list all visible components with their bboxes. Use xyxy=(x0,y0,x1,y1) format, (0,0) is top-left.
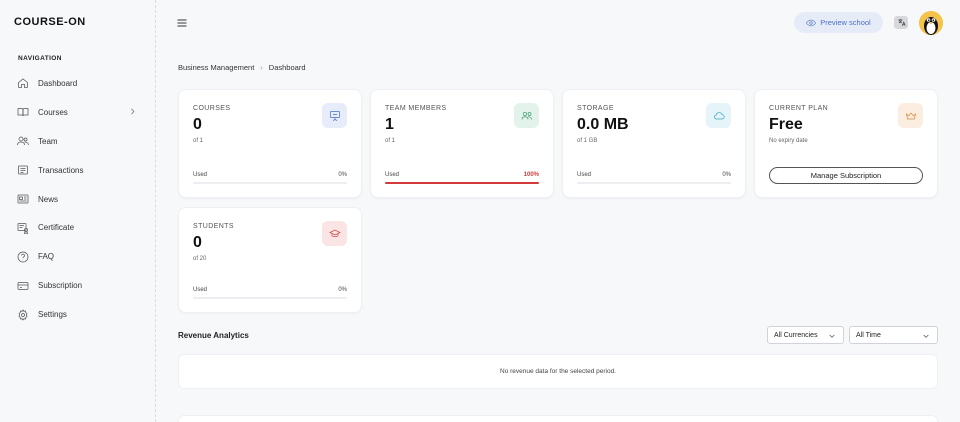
usage-label: Used xyxy=(577,172,592,178)
card-subtitle: of 1 GB xyxy=(577,138,598,144)
usage-progress-fill xyxy=(385,182,539,184)
sidebar-item-transactions[interactable]: Transactions xyxy=(0,156,155,185)
card-subtitle: No expiry date xyxy=(769,138,808,144)
sidebar-item-label: Transactions xyxy=(38,165,84,175)
courses-card: COURSES 0 of 1 Used 0% xyxy=(178,89,362,198)
plan-icon-badge xyxy=(898,103,923,128)
book-icon xyxy=(17,108,29,117)
breadcrumb-separator-icon: › xyxy=(260,63,263,72)
sidebar-item-subscription[interactable]: Subscription xyxy=(0,271,155,300)
sidebar-item-label: Subscription xyxy=(38,281,83,291)
app-logo[interactable]: COURSE-ON xyxy=(14,16,86,28)
sidebar-item-label: Dashboard xyxy=(38,78,78,88)
card-title: STORAGE xyxy=(577,105,614,112)
usage-label: Used xyxy=(193,172,208,178)
card-value: 1 xyxy=(385,116,394,133)
sidebar-item-label: FAQ xyxy=(38,252,55,262)
home-icon xyxy=(18,78,28,89)
crown-icon xyxy=(905,111,916,119)
chevron-down-icon xyxy=(923,334,929,338)
sidebar-item-dashboard[interactable]: Dashboard xyxy=(0,69,155,98)
sidebar-item-label: Team xyxy=(38,136,58,146)
revenue-analytics-title: Revenue Analytics xyxy=(178,331,249,340)
card-title: TEAM MEMBERS xyxy=(385,105,447,112)
users-icon xyxy=(521,111,532,120)
sidebar-nav: Dashboard Courses Team Transactions News… xyxy=(0,69,155,329)
receipt-icon xyxy=(18,165,28,175)
sidebar-item-news[interactable]: News xyxy=(0,185,155,214)
usage-progress-bar xyxy=(577,182,731,184)
language-button[interactable] xyxy=(894,16,908,29)
storage-card: STORAGE 0.0 MB of 1 GB Used 0% xyxy=(562,89,746,198)
currency-select[interactable]: All Currencies xyxy=(767,326,844,344)
cloud-icon xyxy=(713,111,724,119)
usage-progress-bar xyxy=(193,182,347,184)
usage-percent: 0% xyxy=(338,172,347,178)
card-subtitle: of 1 xyxy=(193,138,204,144)
user-avatar[interactable] xyxy=(919,11,943,35)
sidebar: COURSE-ON NAVIGATION Dashboard Courses T… xyxy=(0,0,156,422)
usage-percent: 0% xyxy=(338,287,347,293)
penguin-avatar-icon xyxy=(919,11,943,35)
students-card: STUDENTS 0 of 20 Used 0% xyxy=(178,207,362,313)
card-value: 0 xyxy=(193,234,202,251)
presentation-icon xyxy=(329,110,340,121)
bottom-panel xyxy=(178,415,938,422)
manage-subscription-button[interactable]: Manage Subscription xyxy=(769,167,923,184)
card-title: STUDENTS xyxy=(193,223,234,230)
currency-select-value: All Currencies xyxy=(774,331,818,339)
preview-school-label: Preview school xyxy=(820,18,871,27)
sidebar-item-settings[interactable]: Settings xyxy=(0,300,155,329)
card-value: 0.0 MB xyxy=(577,116,629,133)
help-circle-icon xyxy=(17,251,29,263)
card-value: Free xyxy=(769,116,803,133)
menu-icon[interactable] xyxy=(176,17,188,29)
chevron-right-icon[interactable] xyxy=(128,107,137,116)
sidebar-item-label: Certificate xyxy=(38,223,75,233)
period-select-value: All Time xyxy=(856,331,881,339)
usage-progress-bar xyxy=(385,182,539,184)
sidebar-item-label: Courses xyxy=(38,107,68,117)
sidebar-item-label: News xyxy=(38,194,59,204)
sidebar-item-courses[interactable]: Courses xyxy=(0,98,155,127)
usage-percent: 100% xyxy=(523,172,539,178)
sidebar-item-team[interactable]: Team xyxy=(0,127,155,156)
eye-icon xyxy=(806,19,817,26)
usage-label: Used xyxy=(385,172,400,178)
current-plan-card: CURRENT PLAN Free No expiry date Manage … xyxy=(754,89,938,198)
revenue-chart-panel: No revenue data for the selected period. xyxy=(178,354,938,389)
courses-icon-badge xyxy=(322,103,347,128)
certificate-icon xyxy=(17,223,29,234)
card-icon xyxy=(17,281,29,290)
sidebar-item-label: Settings xyxy=(38,310,67,320)
chevron-down-icon xyxy=(829,334,835,338)
usage-percent: 0% xyxy=(722,172,731,178)
card-title: COURSES xyxy=(193,105,231,112)
breadcrumb-current: Dashboard xyxy=(268,63,306,72)
card-value: 0 xyxy=(193,116,202,133)
usage-label: Used xyxy=(193,287,208,293)
usage-progress-bar xyxy=(193,297,347,299)
card-subtitle: of 1 xyxy=(385,138,396,144)
card-title: CURRENT PLAN xyxy=(769,105,829,112)
card-subtitle: of 20 xyxy=(193,256,207,262)
newspaper-icon xyxy=(17,194,29,204)
sidebar-item-faq[interactable]: FAQ xyxy=(0,242,155,271)
preview-school-button[interactable]: Preview school xyxy=(794,12,883,33)
students-icon-badge xyxy=(322,221,347,246)
gear-icon xyxy=(18,308,28,321)
nav-section-title: NAVIGATION xyxy=(18,55,62,62)
team-members-card: TEAM MEMBERS 1 of 1 Used 100% xyxy=(370,89,554,198)
translate-icon xyxy=(898,19,906,27)
sidebar-item-certificate[interactable]: Certificate xyxy=(0,213,155,242)
storage-icon-badge xyxy=(706,103,731,128)
breadcrumb-parent[interactable]: Business Management xyxy=(178,63,254,72)
breadcrumb: Business Management › Dashboard xyxy=(178,63,306,72)
revenue-empty-message: No revenue data for the selected period. xyxy=(500,368,616,375)
team-icon-badge xyxy=(514,103,539,128)
users-icon xyxy=(17,136,29,146)
graduation-cap-icon xyxy=(328,229,341,237)
period-select[interactable]: All Time xyxy=(849,326,938,344)
